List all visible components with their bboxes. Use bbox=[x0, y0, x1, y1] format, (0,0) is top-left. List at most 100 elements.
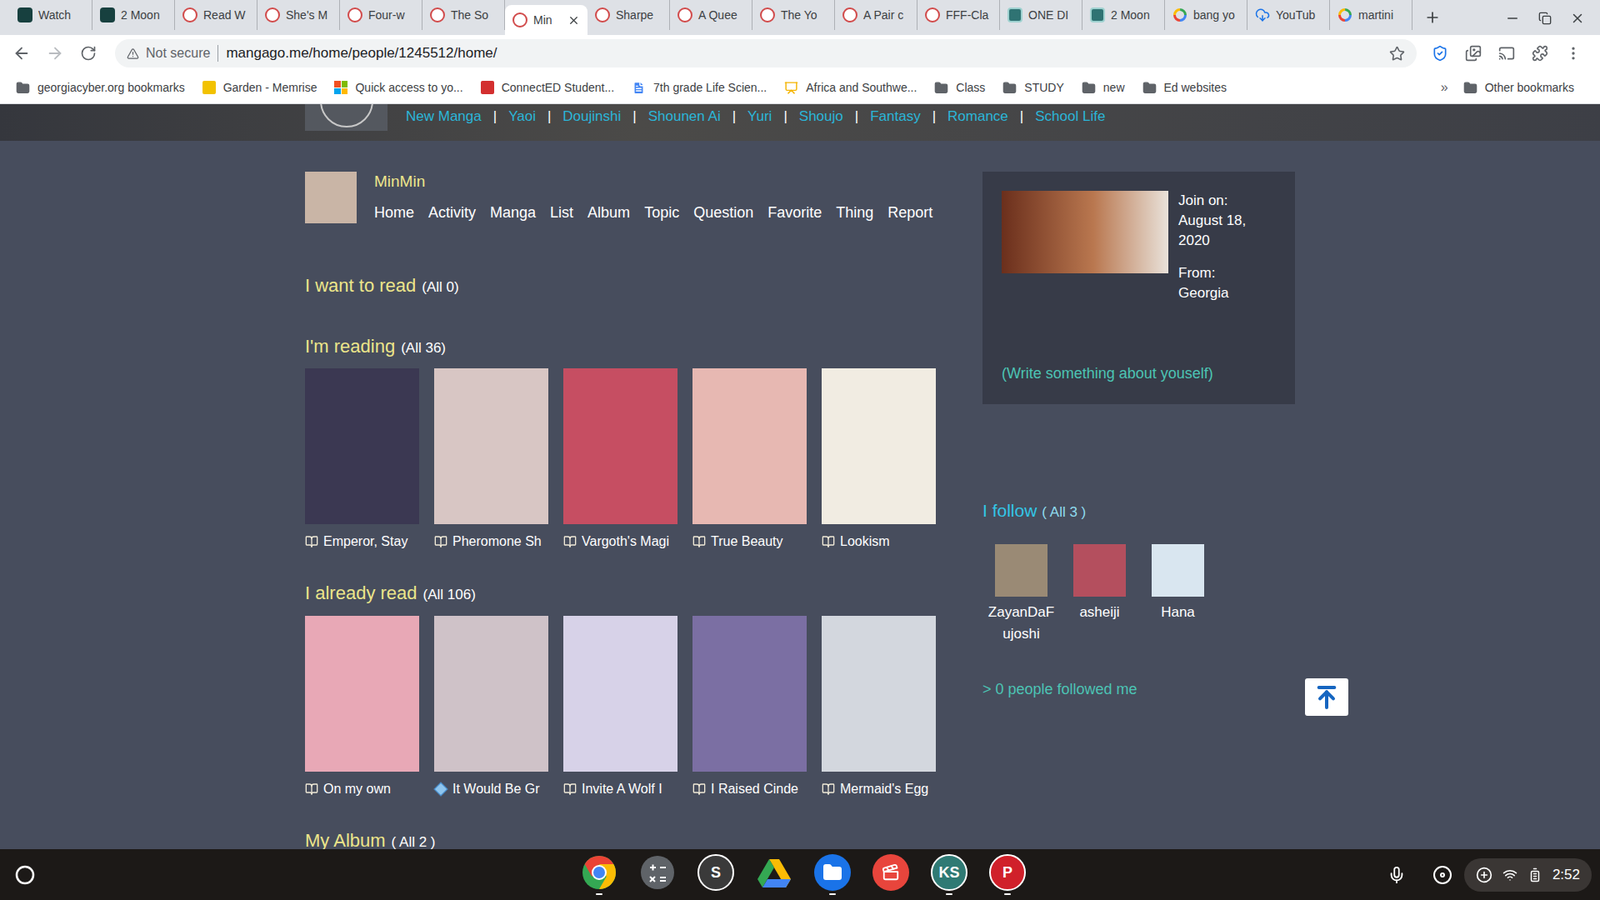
profile-menu-item[interactable]: List bbox=[550, 201, 574, 225]
section-count[interactable]: (All 0) bbox=[421, 276, 459, 299]
section-count[interactable]: (All 36) bbox=[400, 337, 446, 360]
menu-icon[interactable] bbox=[1565, 45, 1582, 62]
bookmark[interactable]: Ed websites bbox=[1142, 79, 1227, 97]
section-title[interactable]: I'm reading bbox=[305, 335, 395, 359]
user-name[interactable]: asheiji bbox=[1065, 601, 1135, 624]
manga-cover[interactable] bbox=[305, 615, 420, 772]
nav-link[interactable]: New Manga bbox=[405, 105, 482, 128]
cast-icon[interactable] bbox=[1498, 45, 1515, 62]
app-icon[interactable]: P bbox=[989, 854, 1026, 891]
followers-link[interactable]: > 0 people followed me bbox=[982, 678, 1295, 701]
browser-tab[interactable]: Watch bbox=[10, 0, 93, 30]
profile-menu-item[interactable]: Question bbox=[693, 201, 754, 225]
profile-menu-item[interactable]: Thing bbox=[835, 201, 874, 225]
site-logo[interactable] bbox=[305, 104, 388, 131]
followed-user[interactable]: ZayanDaFujoshi bbox=[995, 544, 1048, 645]
nav-link[interactable]: Doujinshi bbox=[562, 105, 621, 128]
browser-tab[interactable]: YouTub bbox=[1247, 0, 1330, 30]
restore-icon[interactable] bbox=[1538, 11, 1552, 25]
followed-user[interactable]: asheiji bbox=[1073, 544, 1126, 645]
manga-card[interactable]: It Would Be Gr bbox=[434, 615, 549, 798]
mic-icon[interactable] bbox=[1387, 865, 1406, 885]
drive-icon[interactable] bbox=[755, 854, 793, 891]
manga-card[interactable]: I Raised Cinde bbox=[692, 615, 807, 798]
browser-tab[interactable]: 2 Moon bbox=[92, 0, 175, 30]
manga-cover[interactable] bbox=[305, 368, 420, 525]
nav-link[interactable]: Shounen Ai bbox=[648, 105, 721, 128]
status-area[interactable]: 2:52 bbox=[1464, 858, 1592, 892]
manga-title[interactable]: Mermaid's Egg bbox=[840, 780, 929, 798]
browser-tab[interactable]: ONE DI bbox=[1000, 0, 1083, 30]
minimize-icon[interactable] bbox=[1505, 10, 1520, 26]
bookmark[interactable]: ConnectED Student... bbox=[480, 79, 615, 97]
shelf-app[interactable]: S bbox=[697, 854, 735, 895]
manga-card[interactable]: Mermaid's Egg bbox=[821, 615, 936, 798]
browser-tab[interactable]: The So bbox=[422, 0, 505, 30]
manga-card[interactable]: Vargoth's Magi bbox=[563, 368, 678, 550]
manga-card[interactable]: Emperor, Stay bbox=[305, 368, 420, 550]
manga-title[interactable]: Emperor, Stay bbox=[323, 533, 408, 550]
nav-link[interactable]: Yaoi bbox=[508, 105, 536, 128]
profile-menu-item[interactable]: Topic bbox=[644, 201, 680, 225]
nav-link[interactable]: Romance bbox=[947, 105, 1009, 128]
followed-user[interactable]: Hana bbox=[1151, 544, 1205, 645]
bookmark[interactable]: STUDY bbox=[1002, 79, 1064, 97]
bookmark[interactable]: Quick access to yo... bbox=[334, 79, 463, 97]
tray-app-icon[interactable] bbox=[1432, 865, 1453, 885]
back-icon[interactable] bbox=[12, 44, 31, 63]
bookmarks-overflow[interactable]: » bbox=[1440, 77, 1449, 98]
browser-tab[interactable]: FFF-Cla bbox=[917, 0, 1000, 30]
profile-menu-item[interactable]: Favorite bbox=[767, 201, 822, 225]
nav-link[interactable]: Fantasy bbox=[870, 105, 920, 128]
about-link[interactable]: (Write something about youself) bbox=[1001, 362, 1276, 385]
shelf-app[interactable] bbox=[580, 854, 618, 895]
app-icon[interactable]: KS bbox=[930, 854, 968, 891]
images-extension-icon[interactable] bbox=[1465, 45, 1482, 62]
follow-count[interactable]: ( All 3 ) bbox=[1041, 501, 1086, 524]
user-avatar[interactable] bbox=[1073, 544, 1126, 597]
profile-menu-item[interactable]: Manga bbox=[490, 201, 536, 225]
manga-title[interactable]: It Would Be Gr bbox=[452, 780, 540, 798]
shelf-app[interactable] bbox=[755, 854, 793, 895]
browser-tab[interactable]: A Pair c bbox=[835, 0, 918, 30]
browser-tab[interactable]: A Quee bbox=[670, 0, 753, 30]
nav-link[interactable]: School Life bbox=[1035, 105, 1105, 128]
bookmark[interactable]: new bbox=[1081, 79, 1125, 97]
shelf-app[interactable] bbox=[639, 854, 676, 895]
section-title[interactable]: I already read bbox=[305, 581, 418, 605]
close-tab-icon[interactable] bbox=[567, 14, 580, 27]
user-name[interactable]: Hana bbox=[1143, 601, 1214, 624]
browser-tab[interactable]: Sharpe bbox=[587, 0, 670, 30]
manga-cover[interactable] bbox=[821, 615, 936, 772]
browser-tab[interactable]: Read W bbox=[175, 0, 258, 30]
shield-extension-icon[interactable] bbox=[1431, 45, 1449, 62]
shelf-app[interactable]: P bbox=[989, 854, 1026, 895]
close-window-icon[interactable] bbox=[1570, 10, 1585, 26]
screencast-icon[interactable] bbox=[872, 854, 910, 891]
follow-title[interactable]: I follow bbox=[982, 497, 1037, 525]
manga-card[interactable]: Pheromone Sh bbox=[434, 368, 549, 550]
profile-menu-item[interactable]: Activity bbox=[428, 201, 476, 225]
profile-menu-item[interactable]: Album bbox=[587, 201, 630, 225]
manga-title[interactable]: I Raised Cinde bbox=[710, 780, 799, 798]
manga-cover[interactable] bbox=[563, 615, 678, 772]
manga-cover[interactable] bbox=[821, 368, 936, 525]
other-bookmarks[interactable]: Other bookmarks bbox=[1463, 79, 1575, 97]
shelf-app[interactable] bbox=[814, 854, 851, 895]
manga-card[interactable]: Invite A Wolf I bbox=[563, 615, 678, 798]
bookmark[interactable]: Garden - Memrise bbox=[202, 79, 318, 97]
section-title[interactable]: I want to read bbox=[305, 274, 416, 298]
scroll-top-button[interactable] bbox=[1305, 678, 1349, 716]
manga-title[interactable]: On my own bbox=[323, 780, 391, 798]
manga-title[interactable]: Invite A Wolf I bbox=[581, 780, 663, 798]
nav-link[interactable]: Shoujo bbox=[799, 105, 844, 128]
bookmark-star-icon[interactable] bbox=[1389, 45, 1405, 62]
manga-title[interactable]: Pheromone Sh bbox=[452, 533, 542, 550]
reload-icon[interactable] bbox=[80, 45, 97, 62]
browser-tab[interactable]: The Yo bbox=[752, 0, 835, 30]
bookmark[interactable]: georgiacyber.org bookmarks bbox=[15, 79, 185, 97]
bookmark[interactable]: 7th grade Life Scien... bbox=[631, 79, 767, 97]
browser-tab[interactable]: 2 Moon bbox=[1082, 0, 1165, 30]
browser-tab[interactable]: Four-w bbox=[340, 0, 423, 30]
browser-tab[interactable]: She's M bbox=[257, 0, 340, 30]
